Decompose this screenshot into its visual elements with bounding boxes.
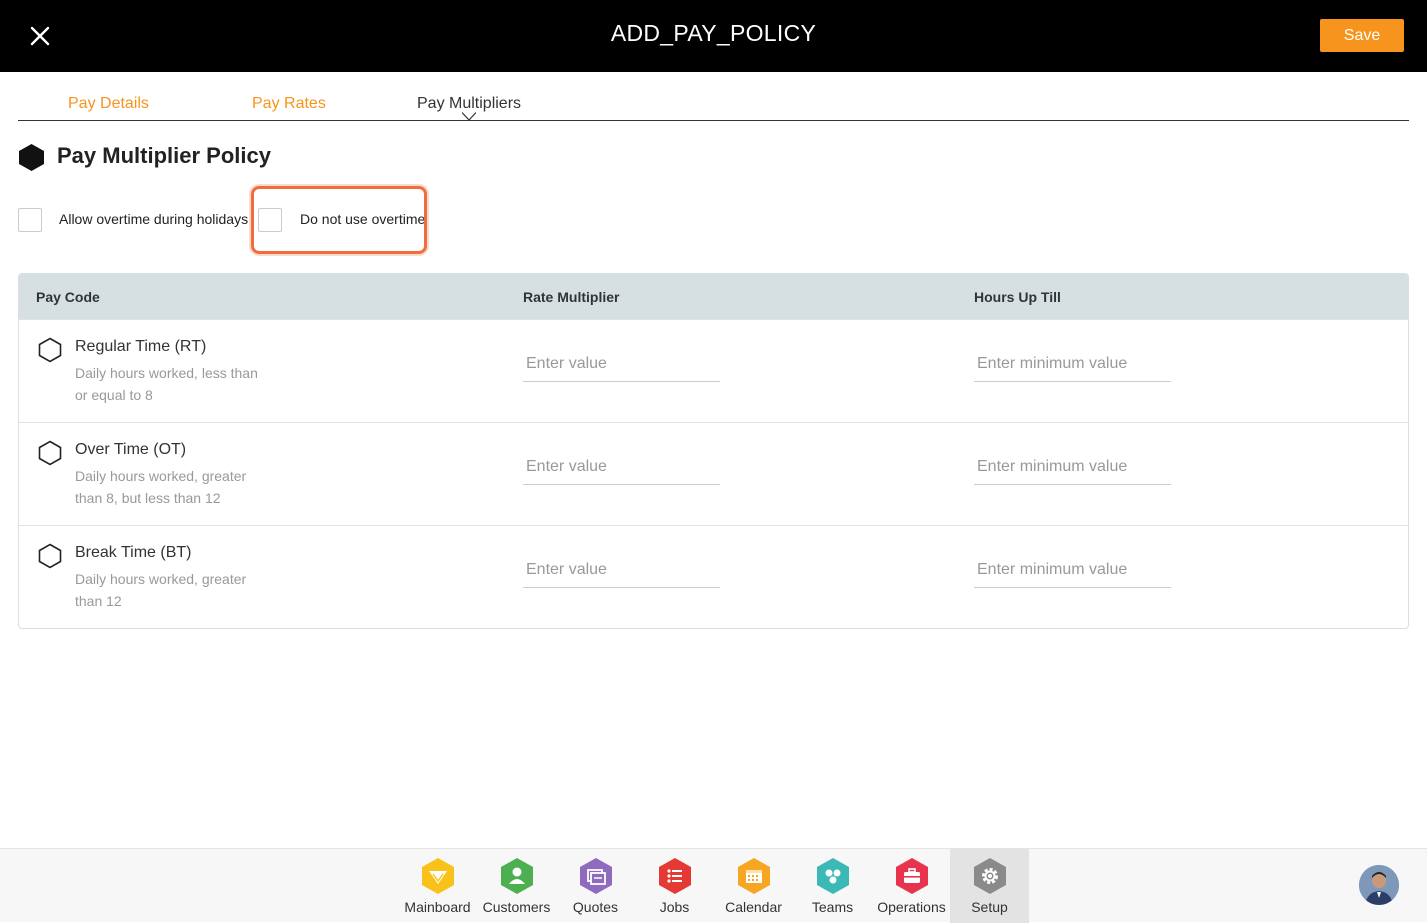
hours-up-till-input[interactable] — [974, 449, 1171, 485]
tab-pay-details[interactable]: Pay Details — [68, 95, 149, 113]
allow-overtime-holidays-checkbox[interactable] — [18, 208, 42, 232]
save-button[interactable]: Save — [1320, 19, 1404, 52]
rate-multiplier-input[interactable] — [523, 346, 720, 382]
table-row: Over Time (OT) Daily hours worked, great… — [19, 422, 1408, 525]
hexagon-filled-icon — [19, 144, 44, 171]
column-header-rate-multiplier: Rate Multiplier — [523, 289, 620, 305]
tab-bar: Pay Details Pay Rates Pay Multipliers — [18, 72, 1409, 121]
quotes-icon — [580, 858, 612, 894]
pay-code-description: Daily hours worked, less than or equal t… — [75, 365, 258, 403]
pay-code-description: Daily hours worked, greater than 12 — [75, 571, 247, 609]
do-not-use-overtime-checkbox[interactable] — [258, 208, 282, 232]
top-bar: ADD_PAY_POLICY Save — [0, 0, 1427, 72]
nav-item-quotes[interactable]: Quotes — [556, 849, 635, 923]
nav-item-teams[interactable]: Teams — [793, 849, 872, 923]
table-header: Pay Code Rate Multiplier Hours Up Till — [19, 274, 1408, 320]
column-header-pay-code: Pay Code — [36, 289, 100, 305]
page-title: ADD_PAY_POLICY — [610, 20, 817, 46]
tab-pay-multipliers[interactable]: Pay Multipliers — [417, 95, 521, 113]
tab-pay-rates[interactable]: Pay Rates — [252, 95, 326, 113]
operations-icon — [896, 858, 928, 894]
nav-item-customers[interactable]: Customers — [477, 849, 556, 923]
hexagon-outline-icon — [38, 543, 62, 569]
customers-icon — [501, 858, 533, 894]
nav-item-setup[interactable]: Setup — [950, 849, 1029, 923]
table-row: Regular Time (RT) Daily hours worked, le… — [19, 319, 1408, 422]
column-header-hours-up-till: Hours Up Till — [974, 289, 1061, 305]
rate-multiplier-input[interactable] — [523, 552, 720, 588]
pay-code-title: Over Time (OT) — [75, 441, 187, 458]
setup-icon — [974, 858, 1006, 894]
table-row: Break Time (BT) Daily hours worked, grea… — [19, 525, 1408, 628]
pay-multiplier-table: Pay Code Rate Multiplier Hours Up Till R… — [18, 273, 1409, 629]
allow-overtime-holidays-label: Allow overtime during holidays — [59, 211, 249, 227]
pay-code-title: Break Time (BT) — [75, 544, 192, 561]
mainboard-icon — [422, 858, 454, 894]
active-tab-caret-icon — [462, 112, 476, 121]
avatar-image — [1359, 865, 1399, 905]
rate-multiplier-input[interactable] — [523, 449, 720, 485]
bottom-nav: Mainboard Customers Quotes Jobs Calendar… — [0, 848, 1427, 923]
hours-up-till-input[interactable] — [974, 346, 1171, 382]
section-title: Pay Multiplier Policy — [57, 143, 271, 168]
hexagon-outline-icon — [38, 440, 62, 466]
user-avatar[interactable] — [1359, 865, 1399, 905]
nav-label: Setup — [971, 899, 1008, 915]
pay-code-title: Regular Time (RT) — [75, 338, 207, 355]
nav-item-calendar[interactable]: Calendar — [714, 849, 793, 923]
nav-item-mainboard[interactable]: Mainboard — [398, 849, 477, 923]
do-not-use-overtime-label: Do not use overtime — [300, 211, 426, 227]
jobs-icon — [659, 858, 691, 894]
nav-item-jobs[interactable]: Jobs — [635, 849, 714, 923]
hexagon-outline-icon — [38, 337, 62, 363]
pay-code-description: Daily hours worked, greater than 8, but … — [75, 468, 247, 506]
teams-icon — [817, 858, 849, 894]
calendar-icon — [738, 858, 770, 894]
hours-up-till-input[interactable] — [974, 552, 1171, 588]
